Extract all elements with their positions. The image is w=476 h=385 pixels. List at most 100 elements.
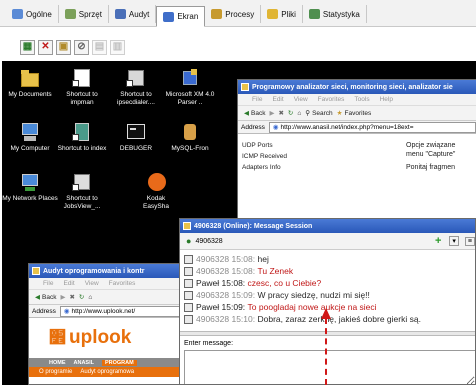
content-text: Ponitaj fragmen — [406, 164, 456, 171]
desktop-icon-my-computer[interactable]: My Computer — [2, 121, 58, 153]
back-icon: ◀ — [244, 110, 249, 117]
message-icon — [184, 302, 193, 312]
close-screen-button[interactable]: ✕ — [38, 39, 53, 55]
message-line: 4906328 15:08: hej — [184, 253, 475, 265]
shortcut-icon — [71, 67, 93, 89]
message-text: W pracy siedzę, nudzi mi się!! — [257, 290, 370, 300]
favorites-button[interactable]: ★ Favorites — [337, 109, 372, 118]
list-item[interactable]: ICMP Received — [242, 153, 337, 164]
window-title-bar: Audyt oprogramowania i kontr — [29, 264, 183, 278]
message-session-window: 4906328 (Online): Message Session ● 4906… — [179, 218, 476, 385]
menu-tools[interactable]: Tools — [354, 96, 369, 103]
shortcut-icon — [71, 171, 93, 193]
tab-ekran[interactable]: Ekran — [156, 6, 206, 27]
uplook-logo-icon: ׾ — [49, 328, 66, 347]
forward-icon[interactable]: ▶ — [269, 109, 274, 117]
menu-favorites[interactable]: Favorites — [318, 96, 345, 103]
message-time: 15:09: — [231, 290, 256, 300]
nav-link-program[interactable]: PROGRAM — [101, 359, 137, 366]
zoom-out-button[interactable]: ▤ — [92, 39, 107, 55]
address-field[interactable]: ◉ http://www.uplook.net/ — [59, 305, 183, 317]
tab-statystyka[interactable]: Statystyka — [303, 5, 367, 23]
message-line: 4906328 15:09: W pracy siedzę, nudzi mi … — [184, 289, 475, 301]
desktop-icon-label: DEBUGER — [119, 145, 153, 152]
installer-icon — [179, 67, 201, 89]
menu-file[interactable]: File — [43, 280, 53, 287]
desktop-icon-kodak-easyshare[interactable]: Kodak EasySha — [136, 171, 176, 210]
search-button[interactable]: ⚲ Search — [305, 109, 332, 118]
message-input[interactable] — [184, 350, 475, 384]
list-item[interactable]: UDP Ports — [242, 142, 337, 153]
history-button[interactable]: ≡ — [464, 236, 475, 246]
zoom-in-icon: ▥ — [112, 41, 123, 52]
desktop-icon-label: Shortcut to index — [57, 145, 107, 152]
anasil-left-panel: UDP Ports ICMP Received Adapters Info — [242, 142, 337, 175]
desktop-icon-xml-parser[interactable]: Microsoft XM 4.0 Parser .. — [162, 67, 218, 106]
desktop-icon-mysql-front[interactable]: MySQL-Fron — [162, 121, 218, 153]
menu-view[interactable]: View — [85, 280, 99, 287]
stop-icon[interactable]: ✖ — [278, 109, 283, 117]
nav-link-home[interactable]: HOME — [49, 360, 66, 366]
tab-sprzet[interactable]: Sprzęt — [59, 5, 109, 23]
back-button[interactable]: ◀ Back — [244, 109, 265, 118]
home-icon[interactable]: ⌂ — [297, 110, 301, 117]
general-icon — [12, 9, 23, 19]
uplook-logo-text: uplook — [69, 327, 132, 348]
splitter[interactable] — [180, 331, 475, 336]
stop-icon[interactable]: ✖ — [69, 293, 74, 301]
refresh-icon[interactable]: ↻ — [288, 109, 293, 117]
capture-button[interactable]: ▦ — [20, 39, 35, 55]
desktop-icon-debuger[interactable]: DEBUGER — [108, 121, 164, 153]
options-dropdown[interactable]: ▾ — [449, 236, 459, 246]
settings-icon: ▣ — [58, 41, 69, 52]
message-time: 15:09: — [221, 302, 246, 312]
window-title-bar: 4906328 (Online): Message Session — [180, 219, 475, 233]
shortcut-icon — [71, 121, 93, 143]
message-text: Tu Zenek — [257, 266, 294, 276]
desktop-icon-my-network-places[interactable]: My Network Places — [2, 171, 58, 203]
enter-message-label: Enter message: — [184, 340, 234, 347]
address-field[interactable]: ◉ http://www.anasil.net/index.php?menu=18… — [268, 121, 476, 133]
desktop-icon-my-documents[interactable]: My Documents — [2, 67, 58, 99]
list-item[interactable]: Adapters Info — [242, 164, 337, 175]
menu-file[interactable]: File — [252, 96, 262, 103]
sub-link-o-programie[interactable]: O programie — [39, 369, 72, 375]
anasil-browser-window: Programowy analizator sieci, monitoring … — [237, 79, 476, 229]
desktop-icon-impman[interactable]: Shortcut to impman — [54, 67, 110, 106]
home-icon[interactable]: ⌂ — [88, 294, 92, 301]
message-icon — [184, 314, 193, 324]
sub-link-audyt[interactable]: Audyt oprogramowa — [80, 369, 134, 375]
desktop-icon-jobsview[interactable]: Shortcut to JobsView_... — [54, 171, 110, 210]
desktop-icon-ipsecdialer[interactable]: Shortcut to ipsecdialer.... — [108, 67, 164, 106]
tab-procesy[interactable]: Procesy — [205, 5, 262, 23]
menu-view[interactable]: View — [294, 96, 308, 103]
uplook-logo[interactable]: ׾ uplook — [49, 328, 131, 348]
message-icon — [184, 290, 193, 300]
chat-toolbar: ● 4906328 + ▾ ≡ — [180, 233, 475, 250]
desktop-icon-index[interactable]: Shortcut to index — [54, 121, 110, 153]
stop-button[interactable]: ⊘ — [74, 39, 89, 55]
zoom-in-button[interactable]: ▥ — [110, 39, 125, 55]
add-contact-button[interactable]: + — [435, 235, 441, 247]
refresh-icon[interactable]: ↻ — [79, 293, 84, 301]
screen-icon — [163, 11, 175, 22]
menu-edit[interactable]: Edit — [63, 280, 74, 287]
message-text: hej — [257, 254, 269, 264]
message-icon — [184, 266, 193, 276]
back-button[interactable]: ◀ Back — [35, 293, 56, 302]
tab-pliki[interactable]: Pliki — [261, 5, 303, 23]
menu-edit[interactable]: Edit — [272, 96, 283, 103]
tab-label: Pliki — [281, 9, 296, 19]
menu-favorites[interactable]: Favorites — [109, 280, 136, 287]
tab-ogolne[interactable]: Ogólne — [6, 5, 59, 23]
menu-help[interactable]: Help — [380, 96, 393, 103]
page-icon: ◉ — [63, 308, 70, 315]
database-icon — [179, 121, 201, 143]
forward-icon[interactable]: ▶ — [60, 293, 65, 301]
message-sender: 4906328 — [196, 266, 230, 276]
message-sender: 4906328 — [196, 254, 230, 264]
nav-link-anasil[interactable]: ANASIL — [74, 360, 94, 366]
settings-button[interactable]: ▣ — [56, 39, 71, 55]
tab-audyt[interactable]: Audyt — [109, 5, 157, 23]
zoom-out-icon: ▤ — [94, 41, 105, 52]
